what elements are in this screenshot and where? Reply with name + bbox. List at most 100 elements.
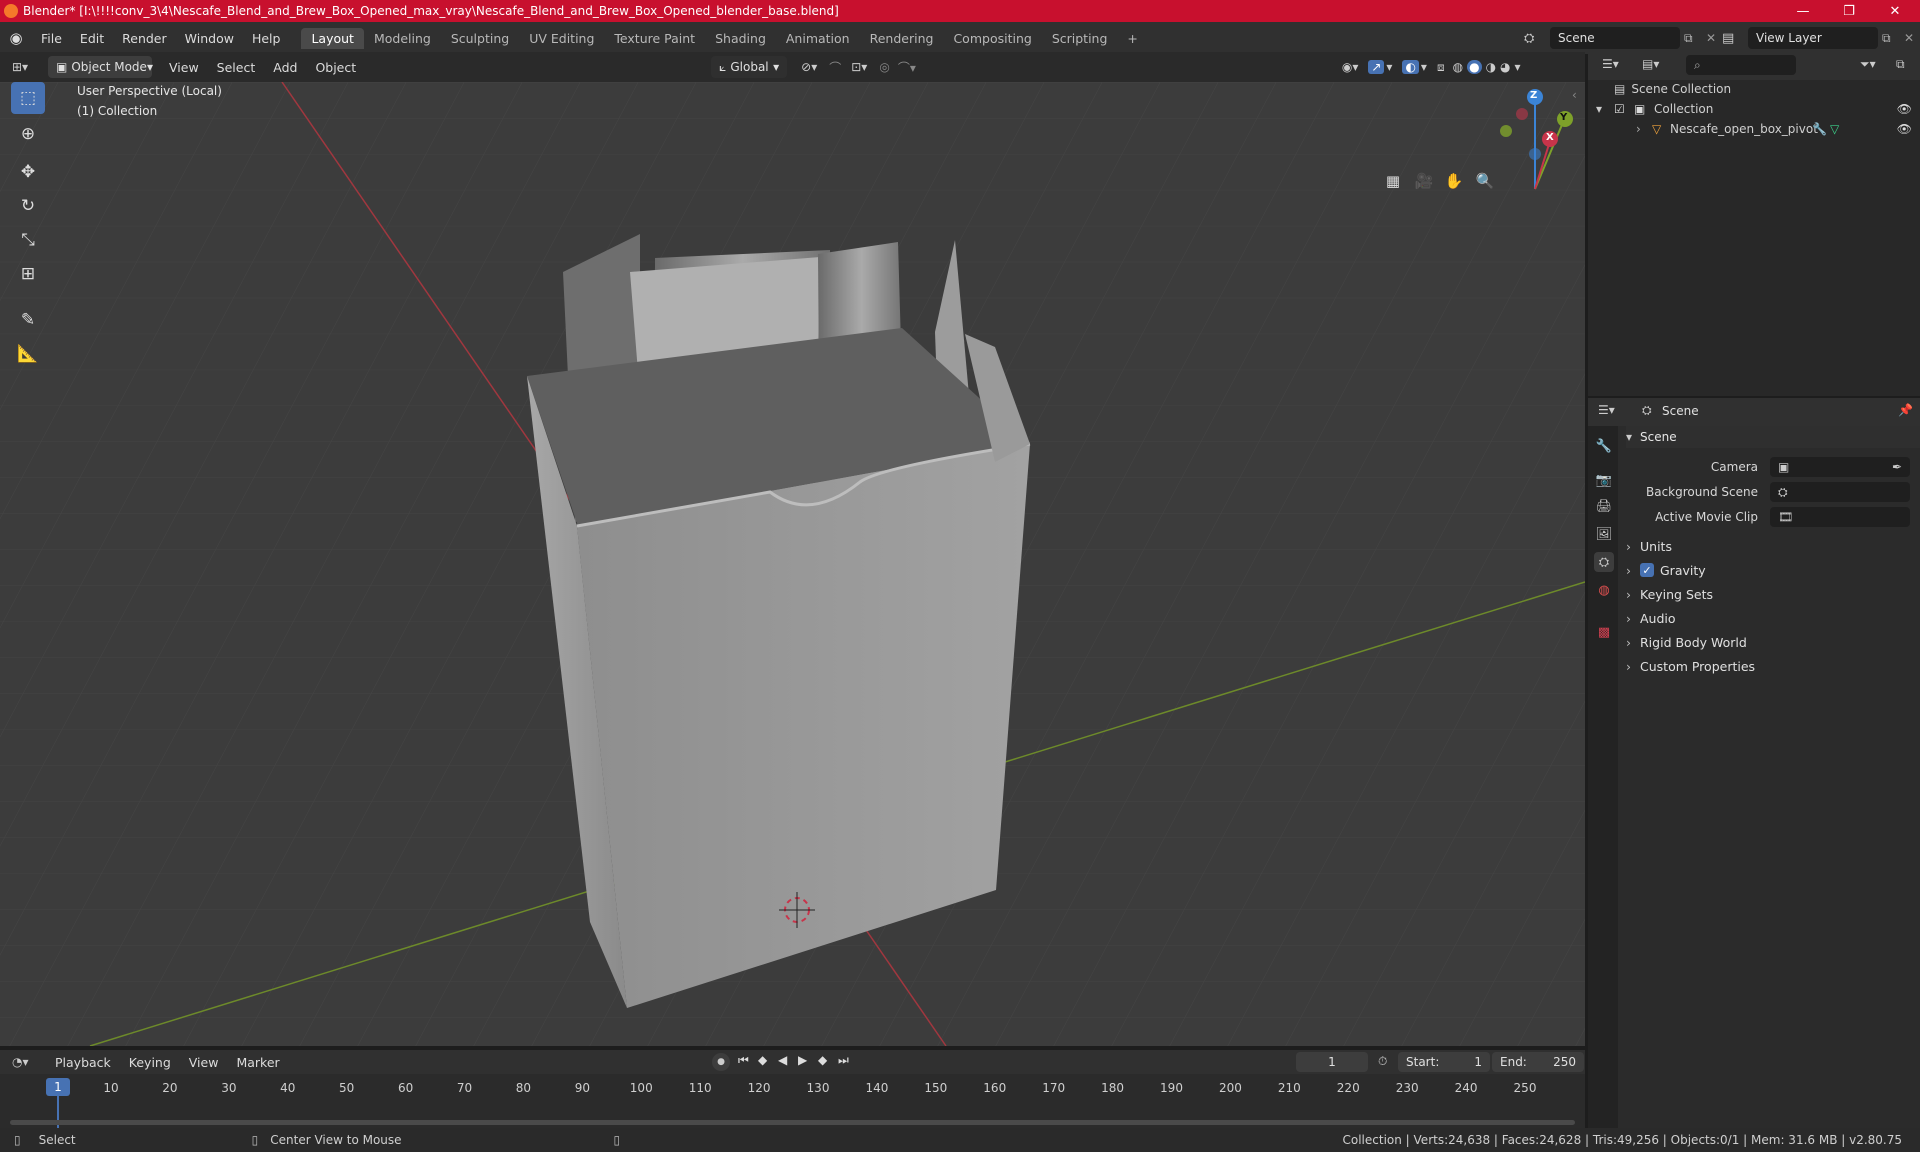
tab-shading[interactable]: Shading — [705, 28, 776, 49]
outliner-row-object[interactable]: › ▽ Nescafe_open_box_pivot 🔧 ▽ 👁 — [1636, 119, 1920, 139]
eyedropper-icon[interactable]: ✒ — [1892, 460, 1902, 474]
timeline-scrollbar[interactable] — [10, 1120, 1575, 1125]
tab-modeling[interactable]: Modeling — [364, 28, 441, 49]
panel-custom-properties[interactable]: › Custom Properties — [1626, 655, 1755, 677]
next-keyframe-button[interactable]: ◆ — [818, 1053, 827, 1067]
object-expand-icon[interactable]: › — [1636, 122, 1652, 136]
panel-units[interactable]: › Units — [1626, 535, 1672, 557]
proportional-edit-icon[interactable]: ◎ — [879, 60, 889, 74]
wireframe-shading-icon[interactable]: ◍ — [1453, 60, 1463, 74]
camera-icon[interactable]: 🎥 — [1411, 168, 1437, 194]
add-workspace-button[interactable]: + — [1117, 28, 1147, 49]
tab-sculpting[interactable]: Sculpting — [441, 28, 519, 49]
minimize-button[interactable]: — — [1780, 0, 1826, 22]
outliner-editor-icon[interactable]: ☰▾ — [1602, 57, 1619, 71]
cursor-icon[interactable]: ⊕ — [11, 118, 45, 150]
overlays-toggle-icon[interactable]: ◐ — [1402, 60, 1419, 74]
view-layer-selector[interactable]: View Layer — [1748, 27, 1878, 49]
pin-icon[interactable]: 📌 — [1898, 403, 1913, 417]
background-scene-field[interactable]: ⛭ — [1770, 482, 1910, 502]
new-collection-icon[interactable]: ⧉ — [1896, 57, 1905, 72]
panel-rigid-body-world[interactable]: › Rigid Body World — [1626, 631, 1747, 653]
select-box-icon[interactable]: ⬚ — [11, 82, 45, 114]
menu-edit[interactable]: Edit — [71, 31, 113, 46]
transform-icon[interactable]: ⊞ — [11, 258, 45, 290]
timeline-editor-icon[interactable]: ◔▾ — [12, 1055, 40, 1069]
viewport-menu-view[interactable]: View — [160, 60, 208, 75]
outliner-row-collection[interactable]: ▾ ☑ ▣ Collection 👁 — [1596, 99, 1920, 119]
timeline-menu-playback[interactable]: Playback — [46, 1055, 120, 1070]
toggle-camera-view-icon[interactable]: ▦ — [1380, 168, 1406, 194]
play-button[interactable]: ▶ — [798, 1053, 807, 1067]
menu-render[interactable]: Render — [113, 31, 176, 46]
scale-icon[interactable]: ⤡ — [11, 224, 45, 256]
properties-editor-icon[interactable]: ☰▾ — [1598, 403, 1615, 417]
editor-type-icon[interactable]: ⊞▾ — [12, 60, 40, 74]
falloff-icon[interactable]: ⌒▾ — [898, 59, 916, 76]
measure-icon[interactable]: 📐 — [11, 338, 45, 370]
timeline-menu-view[interactable]: View — [180, 1055, 228, 1070]
viewport-menu-object[interactable]: Object — [306, 60, 365, 75]
timeline-menu-keying[interactable]: Keying — [120, 1055, 180, 1070]
scene-selector[interactable]: Scene — [1550, 27, 1680, 49]
rotate-icon[interactable]: ↻ — [11, 190, 45, 222]
zoom-view-icon[interactable]: 🔍 — [1472, 168, 1498, 194]
menu-window[interactable]: Window — [176, 31, 243, 46]
tab-texture-paint[interactable]: Texture Paint — [604, 28, 705, 49]
menu-file[interactable]: File — [32, 31, 71, 46]
scene-icon[interactable]: ⛭ — [1524, 31, 1546, 46]
tab-layout[interactable]: Layout — [301, 27, 364, 49]
timeline-menu-marker[interactable]: Marker — [227, 1055, 288, 1070]
start-frame-field[interactable]: Start: 1 — [1398, 1052, 1490, 1072]
panel-keying-sets[interactable]: › Keying Sets — [1626, 583, 1713, 605]
jump-end-button[interactable]: ⏭ — [838, 1053, 849, 1068]
play-reverse-button[interactable]: ◀ — [778, 1053, 787, 1067]
annotate-icon[interactable]: ✎ — [11, 304, 45, 336]
tab-uv-editing[interactable]: UV Editing — [519, 28, 604, 49]
viewport-menu-add[interactable]: Add — [264, 60, 306, 75]
tab-rendering[interactable]: Rendering — [860, 28, 944, 49]
visibility-selector-icon[interactable]: ◉▾ — [1342, 60, 1359, 74]
playhead[interactable]: 1 — [46, 1078, 70, 1096]
overlays-dropdown-icon[interactable]: ▾ — [1421, 60, 1427, 74]
outliner-row-scene-collection[interactable]: ▤ Scene Collection — [1614, 79, 1731, 99]
new-view-layer-icon[interactable]: ⧉ — [1882, 31, 1900, 46]
current-frame-field[interactable]: 1 — [1296, 1052, 1368, 1072]
scene-tab-active-icon[interactable]: ⛭ — [1594, 552, 1614, 572]
active-movie-clip-field[interactable]: 🎞 — [1770, 507, 1910, 527]
record-button[interactable]: ● — [712, 1053, 730, 1071]
delete-view-layer-icon[interactable]: ✕ — [1904, 31, 1918, 45]
collection-checkbox[interactable]: ☑ — [1614, 102, 1634, 116]
gizmo-toggle-icon[interactable]: ↗ — [1368, 60, 1385, 74]
move-icon[interactable]: ✥ — [11, 156, 45, 188]
jump-start-button[interactable]: ⏮ — [738, 1053, 749, 1068]
eye-icon[interactable]: 👁 — [1897, 102, 1912, 116]
xray-toggle-icon[interactable]: ⧈ — [1437, 60, 1445, 75]
tab-compositing[interactable]: Compositing — [943, 28, 1041, 49]
transform-orientation-selector[interactable]: ⟀ Global ▾ — [711, 56, 788, 78]
filter-icon[interactable]: ⏷▾ — [1860, 57, 1876, 72]
panel-audio[interactable]: › Audio — [1626, 607, 1676, 629]
tab-animation[interactable]: Animation — [776, 28, 860, 49]
mesh-data-icon[interactable]: ▽ — [1830, 122, 1839, 136]
camera-field[interactable]: ▣ ✒ — [1770, 457, 1910, 477]
snap-target-icon[interactable]: ⊡▾ — [851, 60, 867, 74]
gravity-checkbox[interactable]: ✓ — [1640, 563, 1654, 577]
close-button[interactable]: ✕ — [1872, 0, 1918, 22]
viewport-menu-select[interactable]: Select — [208, 60, 265, 75]
mode-selector[interactable]: ▣ Object Mode ▾ — [48, 56, 153, 78]
world-tab-icon[interactable]: ◍ — [1594, 580, 1614, 600]
texture-tab-icon[interactable]: ▩ — [1594, 622, 1614, 642]
view-layer-icon[interactable]: ▤ — [1722, 31, 1744, 46]
gizmo-dropdown-icon[interactable]: ▾ — [1386, 60, 1392, 74]
delete-scene-icon[interactable]: ✕ — [1706, 31, 1720, 45]
maximize-button[interactable]: ❐ — [1826, 0, 1872, 22]
tool-tab-icon[interactable]: 🔧 — [1594, 436, 1614, 456]
pivot-point-icon[interactable]: ⊘▾ — [801, 60, 817, 74]
material-shading-icon[interactable]: ◑ — [1486, 60, 1496, 74]
pan-view-icon[interactable]: ✋ — [1441, 168, 1467, 194]
preview-range-icon[interactable]: ⏱ — [1378, 1054, 1387, 1069]
snap-icon[interactable]: ⌒ — [829, 59, 841, 76]
solid-shading-icon[interactable]: ● — [1467, 60, 1482, 74]
end-frame-field[interactable]: End: 250 — [1492, 1052, 1584, 1072]
